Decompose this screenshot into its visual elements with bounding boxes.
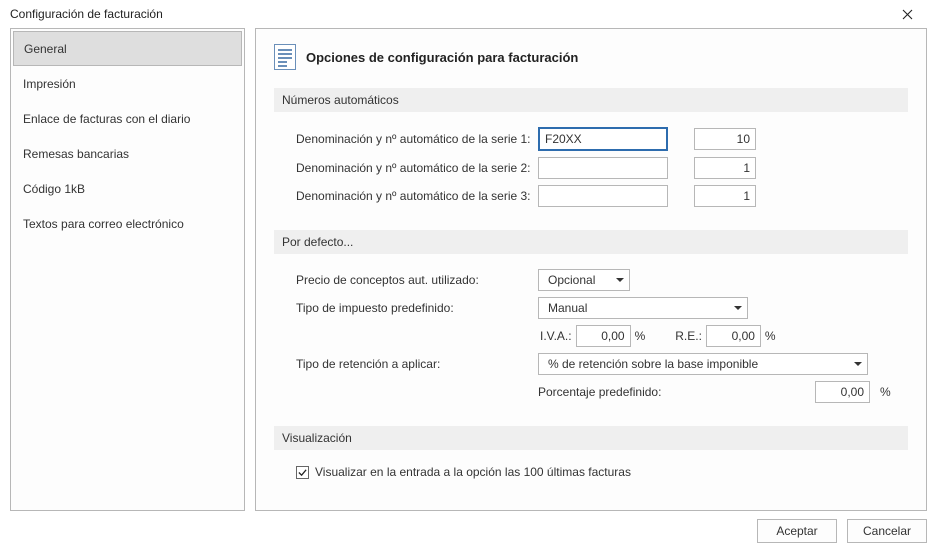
visualizar-checkbox[interactable]: Visualizar en la entrada a la opción las… (296, 465, 631, 479)
cancel-button[interactable]: Cancelar (847, 519, 927, 543)
serie2-num-input[interactable] (694, 157, 756, 179)
serie3-num-input[interactable] (694, 185, 756, 207)
section-header: Por defecto... (274, 230, 908, 254)
document-icon (274, 44, 296, 70)
close-icon (902, 9, 913, 20)
chevron-down-icon (854, 362, 862, 366)
page-title: Opciones de configuración para facturaci… (306, 50, 578, 65)
accept-button[interactable]: Aceptar (757, 519, 837, 543)
serie1-label: Denominación y nº automático de la serie… (296, 132, 528, 146)
serie3-text-input[interactable] (538, 185, 668, 207)
serie1-text-input[interactable] (538, 127, 668, 151)
chevron-down-icon (734, 306, 742, 310)
percent-sign: % (635, 329, 646, 343)
precio-select-value: Opcional (544, 273, 599, 287)
iva-label: I.V.A.: (540, 329, 572, 343)
retencion-select[interactable]: % de retención sobre la base imponible (538, 353, 868, 375)
iva-input[interactable] (576, 325, 631, 347)
porcentaje-input[interactable] (815, 381, 870, 403)
sidebar-item-textos[interactable]: Textos para correo electrónico (13, 206, 242, 241)
precio-select[interactable]: Opcional (538, 269, 630, 291)
tipo-impuesto-value: Manual (544, 301, 591, 315)
sidebar-item-label: Textos para correo electrónico (23, 217, 184, 231)
serie1-num-input[interactable] (694, 128, 756, 150)
retencion-select-value: % de retención sobre la base imponible (544, 357, 762, 371)
section-por-defecto: Por defecto... Precio de conceptos aut. … (274, 230, 908, 406)
section-header: Visualización (274, 426, 908, 450)
check-icon (298, 468, 307, 477)
sidebar-item-impresion[interactable]: Impresión (13, 66, 242, 101)
re-input[interactable] (706, 325, 761, 347)
chevron-down-icon (616, 278, 624, 282)
section-numeros-automaticos: Números automáticos Denominación y nº au… (274, 88, 908, 210)
close-button[interactable] (887, 0, 927, 28)
tipo-impuesto-label: Tipo de impuesto predefinido: (296, 301, 528, 315)
sidebar-item-label: General (24, 42, 67, 56)
checkbox-box (296, 466, 309, 479)
serie3-label: Denominación y nº automático de la serie… (296, 189, 528, 203)
sidebar-item-label: Remesas bancarias (23, 147, 129, 161)
retencion-label: Tipo de retención a aplicar: (296, 357, 528, 371)
sidebar-item-codigo1kb[interactable]: Código 1kB (13, 171, 242, 206)
percent-sign: % (880, 385, 894, 399)
section-header: Números automáticos (274, 88, 908, 112)
section-visualizacion: Visualización Visualizar en la entrada a… (274, 426, 908, 482)
sidebar-item-remesas[interactable]: Remesas bancarias (13, 136, 242, 171)
sidebar-item-label: Impresión (23, 77, 76, 91)
porcentaje-label: Porcentaje predefinido: (538, 385, 661, 399)
main-panel: Opciones de configuración para facturaci… (255, 28, 927, 511)
serie2-text-input[interactable] (538, 157, 668, 179)
sidebar: General Impresión Enlace de facturas con… (10, 28, 245, 511)
percent-sign: % (765, 329, 776, 343)
precio-label: Precio de conceptos aut. utilizado: (296, 273, 528, 287)
re-label: R.E.: (675, 329, 702, 343)
sidebar-item-label: Enlace de facturas con el diario (23, 112, 190, 126)
sidebar-item-enlace[interactable]: Enlace de facturas con el diario (13, 101, 242, 136)
sidebar-item-label: Código 1kB (23, 182, 85, 196)
window-title: Configuración de facturación (10, 7, 887, 21)
tipo-impuesto-select[interactable]: Manual (538, 297, 748, 319)
sidebar-item-general[interactable]: General (13, 31, 242, 66)
visualizar-label: Visualizar en la entrada a la opción las… (315, 465, 631, 479)
dialog-footer: Aceptar Cancelar (757, 519, 927, 543)
serie2-label: Denominación y nº automático de la serie… (296, 161, 528, 175)
